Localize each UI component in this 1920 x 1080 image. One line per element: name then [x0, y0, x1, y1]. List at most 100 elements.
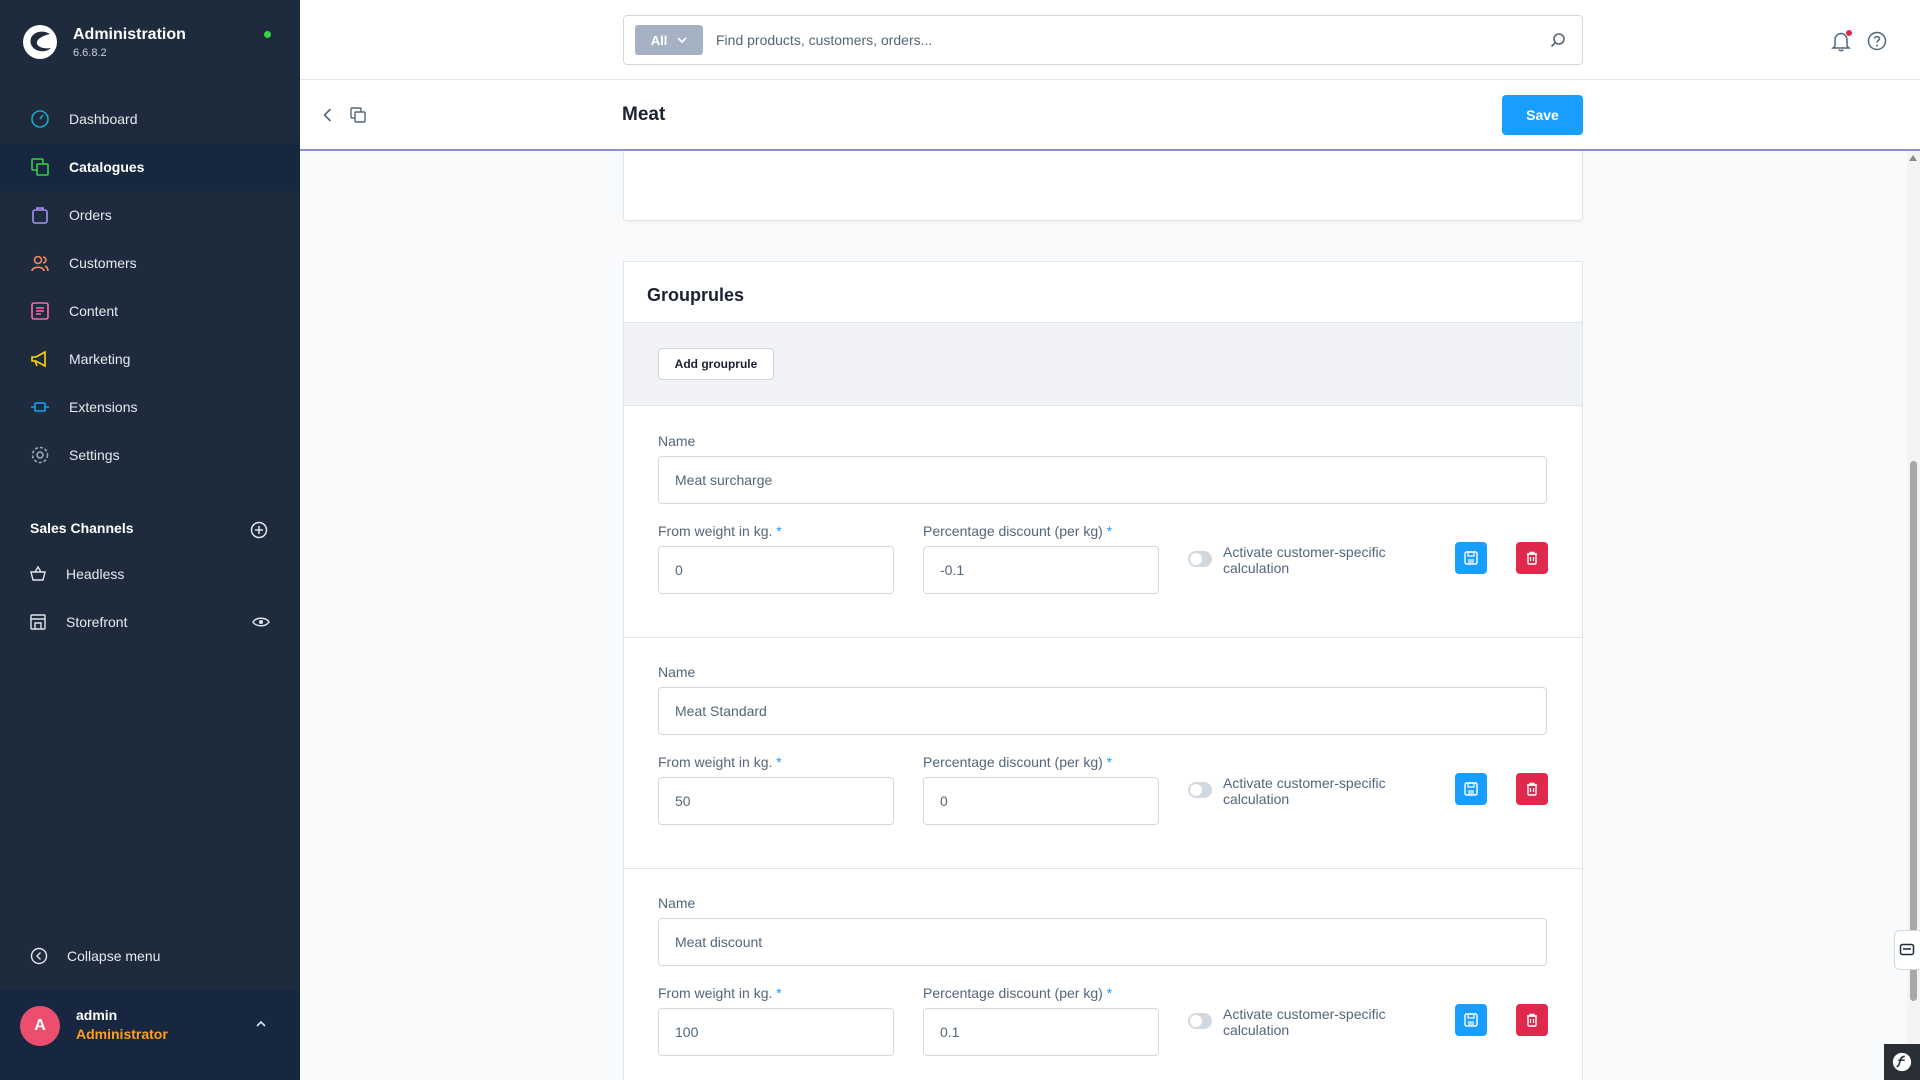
sales-channel-label: Storefront	[66, 614, 128, 630]
search-type-dropdown[interactable]: All	[635, 25, 703, 55]
global-search: All	[623, 15, 1583, 65]
weight-input[interactable]	[658, 777, 894, 825]
weight-label: From weight in kg. *	[658, 754, 782, 770]
floppy-disk-icon	[1464, 782, 1478, 796]
save-button[interactable]: Save	[1502, 95, 1583, 135]
add-sales-channel-icon[interactable]	[250, 521, 268, 539]
copy-icon[interactable]	[349, 106, 367, 124]
debug-toolbar-toggle[interactable]	[1884, 1044, 1920, 1080]
grouprule-name-input[interactable]	[658, 918, 1547, 966]
gauge-icon	[29, 108, 51, 130]
trash-icon	[1527, 1013, 1537, 1027]
back-arrow-icon[interactable]	[320, 107, 336, 123]
shopping-bag-icon	[29, 204, 51, 226]
weight-label: From weight in kg. *	[658, 523, 782, 539]
sidebar-item-label: Marketing	[69, 351, 131, 367]
customer-specific-toggle[interactable]	[1188, 551, 1212, 567]
brand[interactable]: Administration 6.6.8.2	[22, 24, 282, 64]
app-title: Administration	[73, 26, 186, 43]
collapse-menu-button[interactable]: Collapse menu	[30, 947, 160, 965]
search-icon[interactable]	[1549, 31, 1567, 49]
catalogue-icon	[29, 156, 51, 178]
grouprule-name-input[interactable]	[658, 687, 1547, 735]
customer-specific-toggle[interactable]	[1188, 1013, 1212, 1029]
name-label: Name	[658, 664, 696, 680]
avatar: A	[20, 1006, 60, 1046]
sidebar-item-label: Settings	[69, 447, 120, 463]
grouprules-card: Grouprules Add grouprule Name From weigh…	[623, 261, 1583, 1080]
delete-rule-button[interactable]	[1516, 773, 1548, 805]
scrollbar-thumb[interactable]	[1910, 461, 1917, 1001]
smart-bar: Meat Save	[300, 80, 1920, 151]
notifications-button[interactable]	[1830, 30, 1852, 52]
add-grouprule-button[interactable]: Add grouprule	[658, 348, 774, 380]
chat-icon	[1899, 943, 1915, 956]
grouprules-title: Grouprules	[647, 285, 745, 305]
scroll-up-arrow-icon[interactable]	[1909, 155, 1917, 161]
chevron-left-circle-icon	[30, 947, 48, 965]
delete-rule-button[interactable]	[1516, 1004, 1548, 1036]
sidebar-item-extensions[interactable]: Extensions	[0, 383, 300, 431]
side-widget-tab[interactable]	[1894, 930, 1920, 970]
toggle-label: Activate customer-specific calculation	[1223, 775, 1386, 807]
sidebar-item-label: Dashboard	[69, 111, 138, 127]
name-label: Name	[658, 433, 696, 449]
collapse-menu-label: Collapse menu	[67, 948, 161, 964]
sidebar-item-catalogues[interactable]: Catalogues	[0, 143, 300, 191]
chevron-up-icon[interactable]	[254, 1017, 268, 1031]
sales-channel-headless[interactable]: Headless	[0, 554, 300, 594]
top-bar: All	[300, 0, 1920, 80]
user-menu[interactable]: A admin Administrator	[0, 990, 300, 1080]
discount-label: Percentage discount (per kg) *	[923, 985, 1113, 1001]
grouprule-item: Name From weight in kg. * Percentage dis…	[624, 638, 1582, 869]
trash-icon	[1527, 782, 1537, 796]
symfony-logo-icon	[1892, 1052, 1912, 1072]
sales-channels-title: Sales Channels	[30, 520, 134, 536]
discount-input[interactable]	[923, 546, 1159, 594]
storefront-icon	[29, 613, 47, 631]
discount-input[interactable]	[923, 777, 1159, 825]
megaphone-icon	[29, 348, 51, 370]
discount-label: Percentage discount (per kg) *	[923, 754, 1113, 770]
help-icon[interactable]	[1867, 31, 1887, 51]
sidebar-item-label: Content	[69, 303, 119, 319]
gear-icon	[29, 444, 51, 466]
save-rule-button[interactable]	[1455, 1004, 1487, 1036]
sidebar: Administration 6.6.8.2 Dashboard Catalog…	[0, 0, 300, 1080]
grouprules-toolbar: Add grouprule	[624, 322, 1582, 406]
page-title: Meat	[622, 104, 666, 125]
save-rule-button[interactable]	[1455, 773, 1487, 805]
search-input[interactable]	[714, 26, 1494, 54]
notification-badge	[1846, 30, 1852, 36]
sidebar-item-orders[interactable]: Orders	[0, 191, 300, 239]
toggle-label: Activate customer-specific calculation	[1223, 544, 1386, 576]
grouprule-name-input[interactable]	[658, 456, 1547, 504]
sidebar-item-customers[interactable]: Customers	[0, 239, 300, 287]
sidebar-item-marketing[interactable]: Marketing	[0, 335, 300, 383]
user-name: admin	[76, 1007, 118, 1023]
sidebar-item-dashboard[interactable]: Dashboard	[0, 95, 300, 143]
sidebar-item-label: Customers	[69, 255, 137, 271]
users-icon	[29, 252, 51, 274]
toggle-label: Activate customer-specific calculation	[1223, 1006, 1386, 1038]
eye-icon[interactable]	[252, 614, 270, 630]
plug-icon	[29, 396, 51, 418]
sales-channel-storefront[interactable]: Storefront	[0, 602, 300, 642]
status-dot	[264, 31, 271, 38]
weight-input[interactable]	[658, 546, 894, 594]
sidebar-item-settings[interactable]: Settings	[0, 431, 300, 479]
sidebar-item-content[interactable]: Content	[0, 287, 300, 335]
trash-icon	[1527, 551, 1537, 565]
delete-rule-button[interactable]	[1516, 542, 1548, 574]
save-rule-button[interactable]	[1455, 542, 1487, 574]
customer-specific-toggle[interactable]	[1188, 782, 1212, 798]
user-role: Administrator	[76, 1026, 168, 1042]
floppy-disk-icon	[1464, 1013, 1478, 1027]
discount-input[interactable]	[923, 1008, 1159, 1056]
previous-card	[623, 151, 1583, 221]
weight-label: From weight in kg. *	[658, 985, 782, 1001]
shopware-logo-icon	[23, 25, 57, 59]
sidebar-item-label: Catalogues	[69, 159, 145, 175]
weight-input[interactable]	[658, 1008, 894, 1056]
sidebar-item-label: Orders	[69, 207, 112, 223]
